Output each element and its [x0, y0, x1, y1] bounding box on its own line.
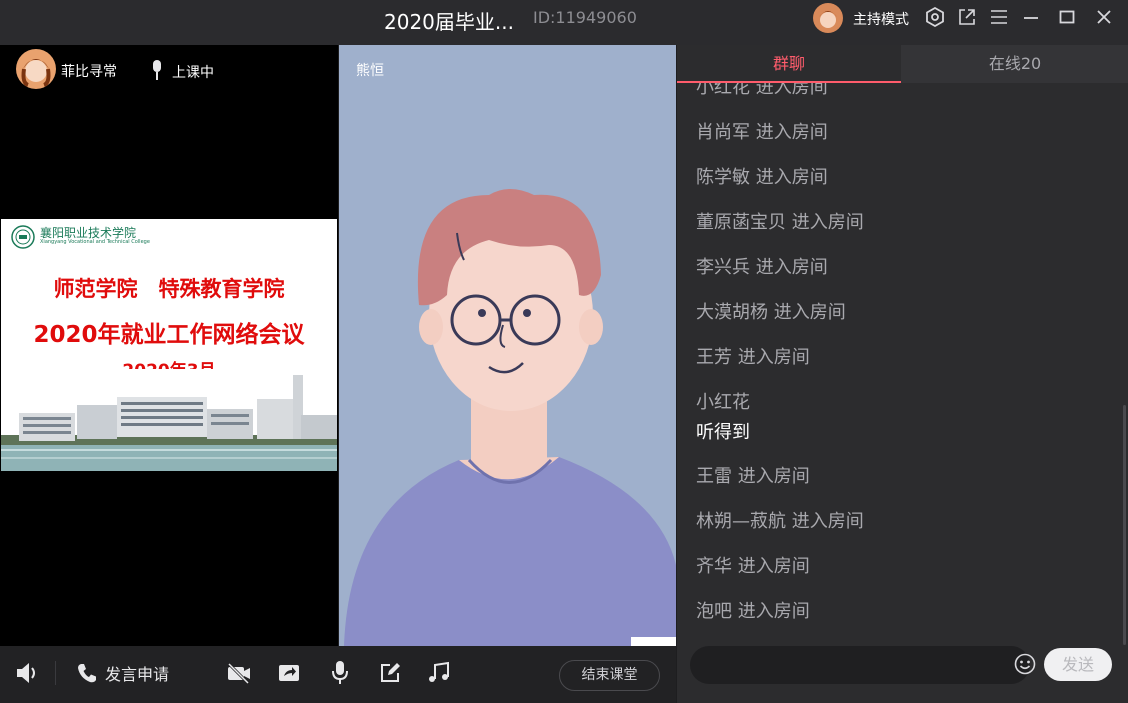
teacher-name: 菲比寻常	[61, 64, 117, 80]
school-name-en: Xiangyang Vocational and Technical Colle…	[40, 239, 150, 245]
title-bar: 2020届毕业... ID:11949060 主持模式	[0, 0, 1128, 45]
close-icon[interactable]	[1093, 6, 1115, 28]
list-item: 王雷 进入房间	[696, 466, 810, 487]
end-class-button[interactable]: 结束课堂	[559, 660, 660, 691]
scrollbar[interactable]	[1123, 405, 1126, 645]
screen-share-icon[interactable]	[276, 660, 302, 686]
class-status: 上课中	[172, 65, 214, 81]
campus-image	[1, 369, 337, 471]
camera-off-icon[interactable]	[226, 660, 252, 686]
presentation-slide: 襄阳职业技术学院 Xiangyang Vocational and Techni…	[1, 219, 337, 471]
emoji-icon[interactable]	[1014, 653, 1036, 675]
list-item: 董原菡宝贝 进入房间	[696, 212, 864, 233]
minimize-icon[interactable]	[1020, 6, 1042, 28]
window-title: 2020届毕业...	[384, 10, 514, 34]
teacher-video-panel[interactable]: 菲比寻常 上课中 襄阳职业技术学院 Xiangyang Vocational a…	[0, 45, 338, 646]
message-sender: 小红花	[696, 392, 750, 413]
toolbar-divider	[55, 661, 56, 685]
message-list[interactable]: 小红花 进入房间 肖尚军 进入房间 陈学敏 进入房间 董原菡宝贝 进入房间 李兴…	[677, 83, 1128, 645]
phone-icon[interactable]	[74, 660, 100, 686]
tab-online[interactable]: 在线20	[902, 45, 1128, 83]
tab-group-chat[interactable]: 群聊	[677, 45, 901, 83]
student-name: 熊恒	[356, 63, 384, 79]
host-avatar[interactable]	[813, 3, 843, 33]
settings-icon[interactable]	[924, 6, 946, 28]
list-item: 齐华 进入房间	[696, 556, 810, 577]
user-avatar	[16, 49, 56, 89]
avatar-illustration	[339, 45, 676, 646]
chat-input[interactable]	[690, 646, 1030, 684]
room-id: ID:11949060	[533, 8, 637, 27]
school-logo	[11, 225, 35, 249]
list-item: 肖尚军 进入房间	[696, 122, 828, 143]
list-item: 李兴兵 进入房间	[696, 257, 828, 278]
list-item: 泡吧 进入房间	[696, 601, 810, 622]
bottom-toolbar: 发言申请 结束课堂	[0, 646, 676, 703]
slide-line-1: 师范学院 特殊教育学院	[53, 277, 285, 301]
slide-line-2: 2020年就业工作网络会议	[33, 322, 305, 348]
popout-icon[interactable]	[956, 6, 978, 28]
list-item: 王芳 进入房间	[696, 347, 810, 368]
list-item: 小红花 进入房间	[696, 83, 828, 98]
student-video-panel[interactable]: 熊恒	[339, 45, 676, 646]
send-button[interactable]: 发送	[1044, 648, 1112, 681]
microphone-icon	[153, 60, 161, 80]
list-item: 林朔—菽航 进入房间	[696, 511, 864, 532]
speaker-icon[interactable]	[14, 660, 40, 686]
chat-tabs: 群聊 在线20	[677, 45, 1128, 83]
list-item: 大漠胡杨 进入房间	[696, 302, 846, 323]
speak-request-button[interactable]: 发言申请	[105, 661, 169, 685]
edit-icon[interactable]	[377, 660, 403, 686]
chat-panel: 群聊 在线20 小红花 进入房间 肖尚军 进入房间 陈学敏 进入房间 董原菡宝贝…	[677, 45, 1128, 703]
list-item: 陈学敏 进入房间	[696, 167, 828, 188]
message-body: 听得到	[696, 422, 750, 443]
microphone-icon[interactable]	[327, 660, 353, 686]
menu-icon[interactable]	[988, 6, 1010, 28]
maximize-icon[interactable]	[1056, 6, 1078, 28]
music-icon[interactable]	[426, 660, 452, 686]
host-mode-label[interactable]: 主持模式	[853, 9, 909, 29]
